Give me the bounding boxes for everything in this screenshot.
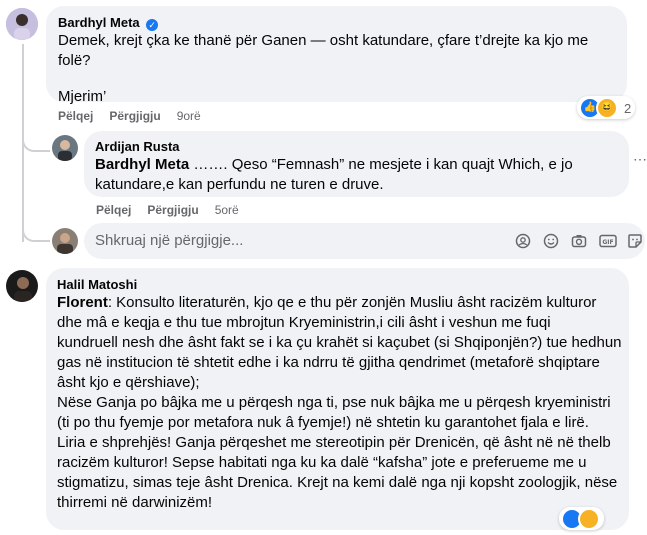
reply-author[interactable]: Ardijan Rusta (95, 139, 180, 154)
reaction-count: 2 (624, 100, 632, 116)
like-button[interactable]: Pëlqej (58, 109, 93, 123)
gif-icon[interactable]: GIF (599, 233, 617, 249)
avatar-ardijan[interactable] (52, 135, 78, 161)
camera-icon[interactable] (571, 233, 587, 249)
avatar-bardhyl[interactable] (6, 8, 38, 40)
comment-author[interactable]: Bardhyl Meta (58, 15, 140, 30)
mention-link[interactable]: Bardhyl Meta (95, 156, 189, 173)
more-icon[interactable]: ⋯ (633, 152, 647, 166)
comment-text: Florent: Konsulto literaturën, kjo qe e … (57, 294, 622, 511)
comment-text: Demek, krejt çka ke thanë për Ganen — os… (58, 32, 589, 105)
verified-badge-icon: ✓ (146, 19, 159, 31)
haha-reaction-icon (578, 508, 600, 530)
current-user-avatar[interactable] (52, 228, 78, 254)
haha-reaction-icon: 😆 (596, 97, 618, 119)
reply-bubble: Ardijan Rusta Bardhyl Meta ……. Qeso “Fem… (84, 131, 629, 197)
thread-connector (22, 128, 50, 152)
reaction-summary[interactable]: 👍 😆 2 (577, 96, 636, 119)
mention-link[interactable]: Florent (57, 294, 108, 311)
svg-text:GIF: GIF (602, 239, 613, 246)
reply-button[interactable]: Përgjigju (147, 203, 198, 217)
reply-actions: Pëlqej Përgjigju 5orë (96, 203, 239, 217)
reply-input-placeholder[interactable]: Shkruaj një përgjigje... (95, 232, 243, 249)
avatar-halil[interactable] (6, 270, 38, 302)
comment-author[interactable]: Halil Matoshi (57, 277, 137, 292)
comment-bubble: Bardhyl Meta ✓ Demek, krejt çka ke thanë… (46, 6, 627, 105)
avatar-sticker-icon[interactable] (515, 233, 531, 249)
comment-bubble: Halil Matoshi Florent: Konsulto literatu… (46, 268, 629, 530)
reply-input[interactable]: Shkruaj një përgjigje... GIF (84, 223, 645, 259)
like-button[interactable]: Pëlqej (96, 203, 131, 217)
reply-text: Bardhyl Meta ……. Qeso “Femnash” ne mesje… (95, 156, 573, 193)
reaction-summary[interactable] (559, 507, 604, 530)
sticker-icon[interactable] (627, 233, 643, 249)
comment-actions: Pëlqej Përgjigju 9orë (58, 109, 201, 123)
reply-timestamp[interactable]: 5orë (215, 203, 239, 217)
emoji-icon[interactable] (543, 233, 559, 249)
thread-connector (22, 220, 50, 242)
comment-timestamp[interactable]: 9orë (177, 109, 201, 123)
reply-button[interactable]: Përgjigju (109, 109, 160, 123)
